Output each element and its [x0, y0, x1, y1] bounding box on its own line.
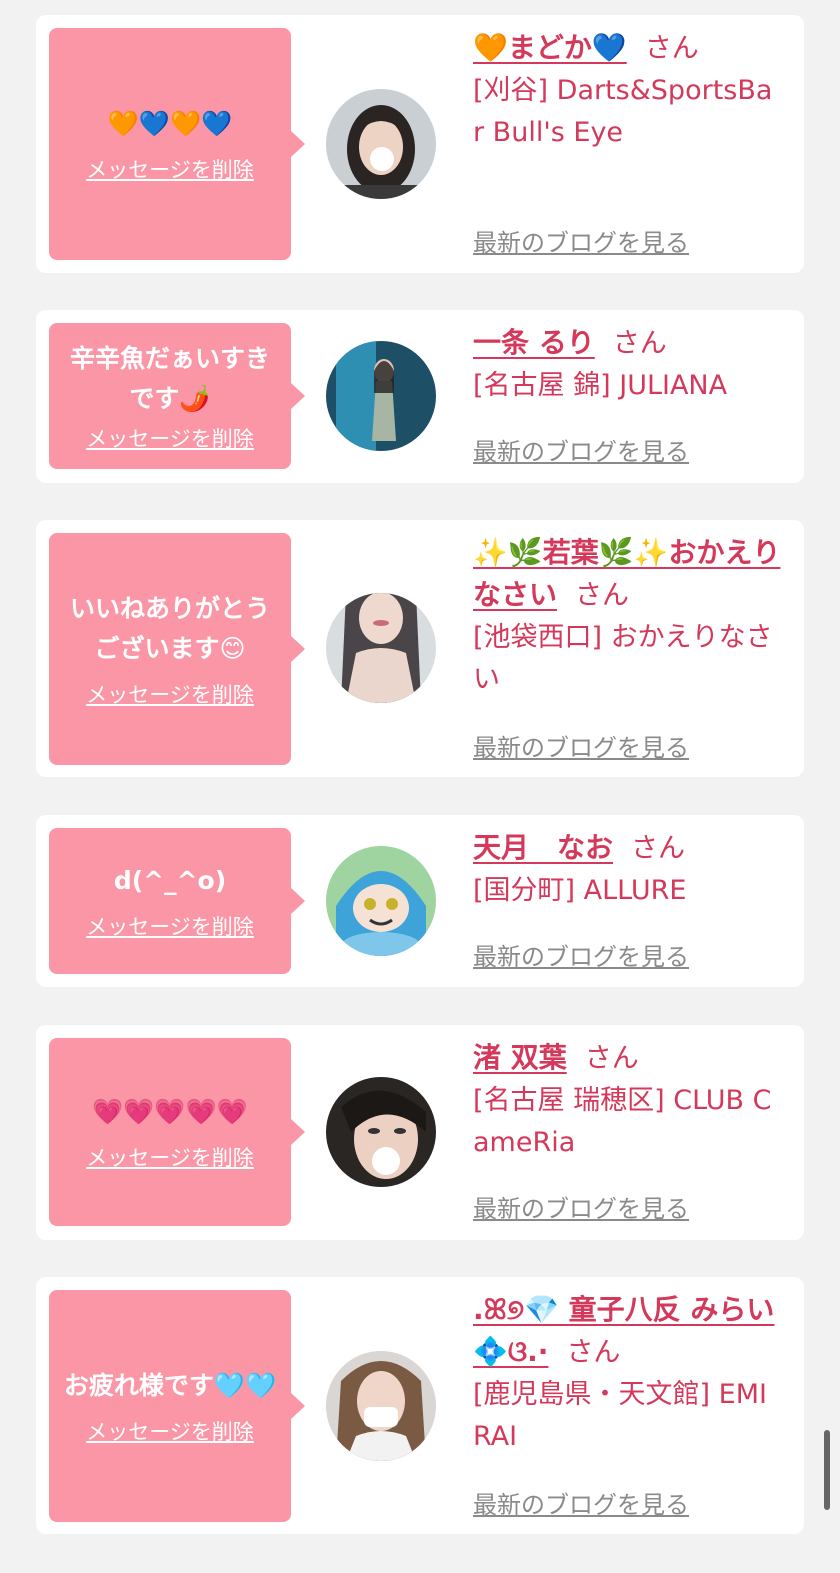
- honorific: さん: [566, 1337, 621, 1368]
- honorific: さん: [631, 833, 686, 864]
- avatar-image: [326, 1077, 436, 1187]
- cast-info: 🧡まどか💙 さん [刈谷] Darts&SportsBar Bull's Eye: [473, 27, 783, 154]
- message-text: d(^_^o): [113, 866, 227, 895]
- scrollbar-thumb[interactable]: [824, 1430, 830, 1510]
- message-text: いいねありがとうございます😊: [69, 594, 270, 663]
- latest-blog-link[interactable]: 最新のブログを見る: [473, 937, 689, 972]
- latest-blog-link[interactable]: 最新のブログを見る: [473, 728, 689, 763]
- honorific: さん: [612, 328, 667, 359]
- store-name: [国分町] ALLURE: [473, 875, 687, 906]
- avatar-image: [326, 1351, 436, 1461]
- honorific: さん: [644, 33, 699, 64]
- name-line: 一条 るり さん: [473, 322, 783, 365]
- avatar-image: [326, 89, 436, 199]
- message-card: 💗💗💗💗💗 メッセージを削除 渚 双葉 さん [名古屋 瑞穂区] CLUB Cam…: [36, 1025, 804, 1240]
- message-bubble: お疲れ様です🩵🩵 メッセージを削除: [49, 1290, 305, 1522]
- delete-message-link[interactable]: メッセージを削除: [86, 154, 254, 184]
- message-card: d(^_^o) メッセージを削除 天月 なお さん [国分町] ALLURE 最新…: [36, 815, 804, 987]
- avatar-image: [326, 846, 436, 956]
- store-name: [名古屋 錦] JULIANA: [473, 370, 728, 401]
- cast-info: 一条 るり さん [名古屋 錦] JULIANA: [473, 322, 783, 407]
- message-card: いいねありがとうございます😊 メッセージを削除 ✨🌿若葉🌿✨おかえりなさい さん …: [36, 520, 804, 777]
- delete-message-link[interactable]: メッセージを削除: [86, 679, 254, 709]
- cast-name-link[interactable]: 天月 なお: [473, 831, 613, 864]
- cast-name-link[interactable]: 渚 双葉: [473, 1041, 567, 1074]
- store-name: [池袋西口] おかえりなさい: [473, 622, 773, 695]
- avatar[interactable]: [326, 846, 436, 956]
- message-text: 💗💗💗💗💗: [92, 1097, 248, 1126]
- cast-info: 渚 双葉 さん [名古屋 瑞穂区] CLUB CameRia: [473, 1037, 783, 1164]
- cast-name-link[interactable]: 一条 るり: [473, 326, 595, 359]
- message-card: 辛辛魚だぁいすきです🌶️ メッセージを削除 一条 るり さん [名古屋 錦] JU…: [36, 310, 804, 483]
- name-line: ✨🌿若葉🌿✨おかえりなさい さん: [473, 532, 783, 617]
- avatar-image: [326, 593, 436, 703]
- delete-message-link[interactable]: メッセージを削除: [86, 1142, 254, 1172]
- avatar[interactable]: [326, 341, 436, 451]
- cast-info: ✨🌿若葉🌿✨おかえりなさい さん [池袋西口] おかえりなさい: [473, 532, 783, 701]
- store-name: [名古屋 瑞穂区] CLUB CameRia: [473, 1085, 772, 1158]
- message-bubble: いいねありがとうございます😊 メッセージを削除: [49, 533, 305, 765]
- message-bubble: d(^_^o) メッセージを削除: [49, 828, 305, 974]
- cast-name-link[interactable]: .ꕤ୭💎 童子八反 みらい💠ଓ.·: [473, 1293, 774, 1368]
- name-line: .ꕤ୭💎 童子八反 みらい💠ଓ.· さん: [473, 1289, 783, 1374]
- message-bubble: 💗💗💗💗💗 メッセージを削除: [49, 1038, 305, 1226]
- store-name: [鹿児島県・天文館] EMIRAI: [473, 1379, 767, 1452]
- message-bubble: 辛辛魚だぁいすきです🌶️ メッセージを削除: [49, 323, 305, 469]
- message-text: お疲れ様です🩵🩵: [63, 1371, 277, 1400]
- message-card: 🧡💙🧡💙 メッセージを削除 🧡まどか💙 さん [刈谷] Darts&SportsB…: [36, 15, 804, 273]
- latest-blog-link[interactable]: 最新のブログを見る: [473, 223, 689, 258]
- message-text: 辛辛魚だぁいすきです🌶️: [69, 344, 270, 413]
- honorific: さん: [584, 1043, 639, 1074]
- latest-blog-link[interactable]: 最新のブログを見る: [473, 432, 689, 467]
- latest-blog-link[interactable]: 最新のブログを見る: [473, 1189, 689, 1224]
- store-name: [刈谷] Darts&SportsBar Bull's Eye: [473, 75, 773, 148]
- name-line: 天月 なお さん: [473, 827, 783, 870]
- avatar[interactable]: [326, 1351, 436, 1461]
- delete-message-link[interactable]: メッセージを削除: [86, 423, 254, 453]
- name-line: 🧡まどか💙 さん: [473, 27, 783, 70]
- cast-info: 天月 なお さん [国分町] ALLURE: [473, 827, 783, 912]
- avatar[interactable]: [326, 593, 436, 703]
- cast-info: .ꕤ୭💎 童子八反 みらい💠ଓ.· さん [鹿児島県・天文館] EMIRAI: [473, 1289, 783, 1458]
- avatar[interactable]: [326, 1077, 436, 1187]
- message-card: お疲れ様です🩵🩵 メッセージを削除 .ꕤ୭💎 童子八反 みらい💠ଓ.· さん [鹿…: [36, 1277, 804, 1534]
- message-text: 🧡💙🧡💙: [107, 109, 233, 138]
- avatar-image: [326, 341, 436, 451]
- message-bubble: 🧡💙🧡💙 メッセージを削除: [49, 28, 305, 260]
- delete-message-link[interactable]: メッセージを削除: [86, 1416, 254, 1446]
- name-line: 渚 双葉 さん: [473, 1037, 783, 1080]
- delete-message-link[interactable]: メッセージを削除: [86, 911, 254, 941]
- cast-name-link[interactable]: 🧡まどか💙: [473, 31, 627, 64]
- avatar[interactable]: [326, 89, 436, 199]
- honorific: さん: [575, 580, 630, 611]
- latest-blog-link[interactable]: 最新のブログを見る: [473, 1485, 689, 1520]
